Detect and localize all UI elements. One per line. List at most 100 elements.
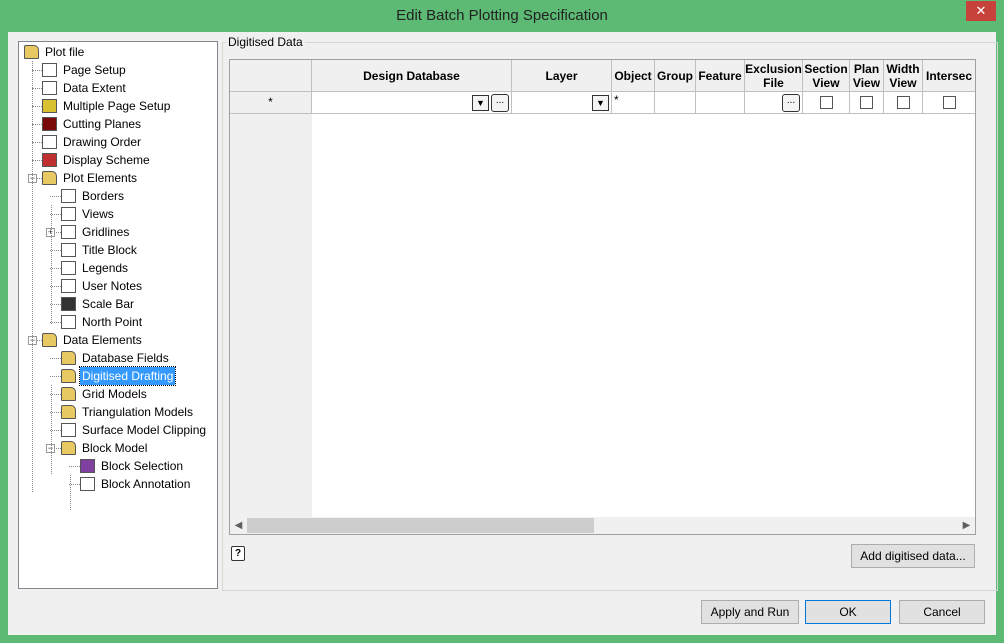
grid-cell[interactable] [655, 92, 696, 114]
browse-button[interactable]: ... [491, 94, 509, 112]
add-digitised-data-button[interactable]: Add digitised data... [851, 544, 975, 568]
column-header[interactable]: Group [655, 60, 696, 92]
tree-item-label: Triangulation Models [82, 405, 193, 419]
tree-item-grid-models[interactable]: Grid Models [19, 385, 217, 403]
tree-item-label: Gridlines [82, 225, 130, 239]
tree-item-cutting-planes[interactable]: Cutting Planes [19, 115, 217, 133]
tree-item-plot-file[interactable]: Plot file [19, 43, 217, 61]
scroll-left-icon[interactable]: ◀ [230, 517, 247, 534]
column-header[interactable]: Plan View [850, 60, 884, 92]
tree-item-label: Page Setup [63, 63, 126, 77]
column-header[interactable]: Object [612, 60, 655, 92]
cancel-button[interactable]: Cancel [899, 600, 985, 624]
grid-cell[interactable] [850, 92, 884, 114]
data-extent-icon [42, 81, 57, 95]
tree-item-drawing-order[interactable]: Drawing Order [19, 133, 217, 151]
legend-icon [61, 261, 76, 275]
folder-icon [61, 369, 76, 383]
column-header[interactable] [230, 60, 312, 92]
apply-and-run-button[interactable]: Apply and Run [701, 600, 799, 624]
checkbox[interactable] [943, 96, 956, 109]
grid-cell[interactable] [696, 92, 745, 114]
grid-cell[interactable]: ... [745, 92, 803, 114]
tree-item-title-block[interactable]: Title Block [19, 241, 217, 259]
tree-item-label: User Notes [82, 279, 143, 293]
dropdown-icon[interactable]: ▼ [472, 95, 489, 111]
grid-icon [61, 225, 76, 239]
tree-item-label: Database Fields [82, 351, 169, 365]
tree-item-database-fields[interactable]: Database Fields [19, 349, 217, 367]
tree-item-surface-model-clipping[interactable]: Surface Model Clipping [19, 421, 217, 439]
tree-item-block-model[interactable]: Block Model − [19, 439, 217, 457]
folder-icon [61, 351, 76, 365]
ok-button[interactable]: OK [805, 600, 891, 624]
column-header[interactable]: Width View [884, 60, 923, 92]
scroll-right-icon[interactable]: ▶ [958, 517, 975, 534]
horizontal-scrollbar[interactable]: ◀ ▶ [230, 517, 975, 534]
tree-item-north-point[interactable]: North Point [19, 313, 217, 331]
checkbox[interactable] [897, 96, 910, 109]
grid-cell[interactable]: ▼ [512, 92, 612, 114]
tree-item-digitised-drafting[interactable]: Digitised Drafting [19, 366, 217, 386]
grid-cell[interactable] [923, 92, 975, 114]
tree-item-label: Scale Bar [82, 297, 135, 311]
column-header[interactable]: Intersec [923, 60, 975, 92]
tree-item-label: Data Extent [63, 81, 126, 95]
column-header[interactable]: Section View [803, 60, 850, 92]
tree-item-label: Plot file [45, 45, 85, 59]
column-header[interactable]: Feature [696, 60, 745, 92]
tree-line [51, 385, 52, 474]
dropdown-icon[interactable]: ▼ [592, 95, 609, 111]
tree-item-label: Grid Models [82, 387, 147, 401]
tree-item-data-elements[interactable]: Data Elements − [19, 331, 217, 349]
tree-item-label: Digitised Drafting [78, 366, 177, 386]
tree-item-page-setup[interactable]: Page Setup [19, 61, 217, 79]
folder-icon [42, 171, 57, 185]
close-button[interactable]: ✕ [966, 1, 996, 21]
tree-view[interactable]: Plot file Page Setup Data Extent Multiple P… [18, 41, 218, 589]
tree-item-label: Block Annotation [101, 477, 191, 491]
block-selection-icon [80, 459, 95, 473]
grid-cell[interactable]: * [612, 92, 655, 114]
checkbox[interactable] [860, 96, 873, 109]
tree-line [32, 124, 42, 125]
tree-item-label: Legends [82, 261, 129, 275]
grid-cell[interactable]: ▼... [312, 92, 512, 114]
tree-item-plot-elements[interactable]: Plot Elements − [19, 169, 217, 187]
tree-item-label: Drawing Order [63, 135, 142, 149]
tree-item-gridlines[interactable]: Gridlines + [19, 223, 217, 241]
folder-icon [24, 45, 39, 59]
tree-item-label: Title Block [82, 243, 137, 257]
tree-item-data-extent[interactable]: Data Extent [19, 79, 217, 97]
tree-item-scale-bar[interactable]: Scale Bar [19, 295, 217, 313]
help-icon[interactable]: ? [231, 546, 245, 561]
grid-cell[interactable] [803, 92, 850, 114]
tree-line [32, 106, 42, 107]
column-header[interactable]: Exclusion File [745, 60, 803, 92]
tree-item-views[interactable]: Views [19, 205, 217, 223]
folder-icon [61, 441, 76, 455]
tree-item-block-selection[interactable]: Block Selection [19, 457, 217, 475]
column-header[interactable]: Design Database [312, 60, 512, 92]
tree-line [32, 61, 33, 492]
row-header-column [230, 60, 312, 517]
checkbox[interactable] [820, 96, 833, 109]
tree-item-legends[interactable]: Legends [19, 259, 217, 277]
tree-item-multiple-page-setup[interactable]: Multiple Page Setup [19, 97, 217, 115]
tree-item-block-annotation[interactable]: Block Annotation [19, 475, 217, 493]
tree-item-user-notes[interactable]: User Notes [19, 277, 217, 295]
grid-cell[interactable] [884, 92, 923, 114]
browse-button[interactable]: ... [782, 94, 800, 112]
tree-item-triangulation-models[interactable]: Triangulation Models [19, 403, 217, 421]
page-setup-icon [42, 63, 57, 77]
tree-item-label: Borders [82, 189, 125, 203]
column-header[interactable]: Layer [512, 60, 612, 92]
scroll-thumb[interactable] [247, 518, 594, 533]
folder-icon [42, 333, 57, 347]
tree-item-borders[interactable]: Borders [19, 187, 217, 205]
dialog-body: Plot file Page Setup Data Extent Multiple P… [8, 32, 998, 635]
numbers-icon [42, 135, 57, 149]
scale-bar-icon [61, 297, 76, 311]
digitised-data-grid[interactable]: ◀ ▶ * Design Database ▼... Layer ▼ Object * Gro… [229, 59, 976, 535]
tree-item-display-scheme[interactable]: Display Scheme [19, 151, 217, 169]
